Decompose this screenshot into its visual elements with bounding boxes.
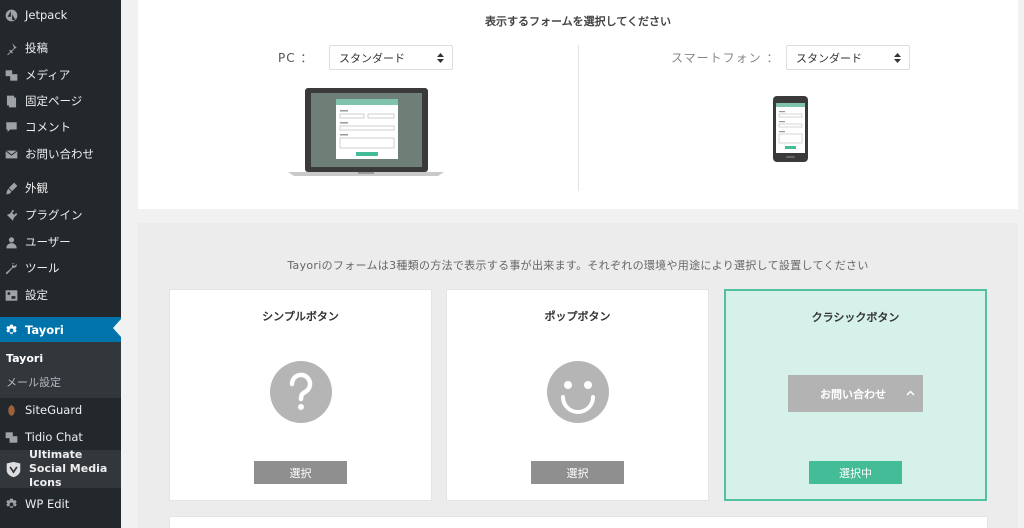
sidebar-item-users[interactable]: ユーザー [0,229,121,255]
submenu-item-tayori[interactable]: Tayori [6,352,43,365]
card-classic-button[interactable]: クラシックボタン お問い合わせ 選択中 [724,289,987,501]
sidebar-item-label: プラグイン [25,208,83,222]
pc-form-select[interactable]: スタンダード [329,45,453,70]
media-icon [4,68,18,82]
card-title: クラシックボタン [811,311,900,324]
panel-divider [578,45,579,191]
sidebar-item-label: SiteGuard [25,403,83,417]
tayori-submenu: Tayori メール設定 [0,342,121,398]
plugin-icon [4,208,18,222]
select-arrows-icon [437,53,444,63]
sidebar-item-posts[interactable]: 投稿 [0,35,121,61]
sidebar-item-jetpack[interactable]: Jetpack [0,2,121,28]
user-icon [4,235,18,249]
card-simple-button[interactable]: シンプルボタン 選択 [169,289,432,501]
smiley-icon [547,361,609,423]
select-button[interactable]: 選択 [254,461,347,484]
submenu-item-mail-settings[interactable]: メール設定 [6,374,61,390]
sidebar-item-tools[interactable]: ツール [0,255,121,281]
sidebar-item-wp-edit[interactable]: WP Edit [0,491,121,517]
select-arrows-icon [894,53,901,63]
laptop-illustration [288,88,444,176]
pin-icon [4,41,18,55]
pc-label: PC ： [278,51,314,65]
sidebar-item-label: Tayori [25,323,64,337]
pages-icon [4,94,18,108]
sidebar-item-ultimate-social[interactable]: Ultimate Social Media Icons [0,448,121,489]
select-button[interactable]: 選択 [531,461,624,484]
sidebar-item-label: お問い合わせ [25,147,94,161]
chevron-up-icon [906,390,915,396]
card-pop-button[interactable]: ポップボタン 選択 [446,289,709,501]
sidebar-item-label: ユーザー [25,235,71,249]
form-select-panel: 表示するフォームを選択してください PC ： スタンダード スマートフォン ： … [138,0,1018,209]
comment-icon [4,120,18,134]
question-icon [270,361,332,423]
sidebar-item-siteguard[interactable]: SiteGuard [0,397,121,423]
pc-select-value: スタンダード [339,51,405,65]
admin-sidebar: Jetpack 投稿 メディア 固定ページ コメント お問い合わせ 外観 プラグ… [0,0,121,528]
preview-label: お問い合わせ [820,387,886,401]
gear-icon [4,323,18,337]
sidebar-item-label: メディア [25,68,71,82]
siteguard-icon [4,403,18,417]
chat-icon [4,430,18,444]
settings-icon [4,288,18,302]
sidebar-item-media[interactable]: メディア [0,62,121,88]
next-section-strip [169,516,988,528]
smartphone-illustration [773,96,808,162]
classic-button-preview: お問い合わせ [788,375,923,412]
sidebar-item-label: WP Edit [25,497,70,511]
card-title: シンプルボタン [262,310,339,323]
sidebar-item-label: Tidio Chat [25,430,83,444]
card-title: ポップボタン [544,310,611,323]
sidebar-item-tayori[interactable]: Tayori [0,317,121,343]
social-icon [4,460,22,478]
smartphone-form-select[interactable]: スタンダード [786,45,910,70]
sidebar-item-label: コメント [25,120,71,134]
sidebar-item-appearance[interactable]: 外観 [0,175,121,201]
sidebar-item-label: 設定 [25,288,48,302]
brush-icon [4,181,18,195]
sp-select-value: スタンダード [796,51,862,65]
form-select-title: 表示するフォームを選択してください [484,15,671,28]
sidebar-item-label: Ultimate Social Media Icons [29,448,108,489]
button-type-description: Tayoriのフォームは3種類の方法で表示する事が出来ます。それぞれの環境や用途… [287,259,869,272]
selected-button[interactable]: 選択中 [809,461,902,484]
sidebar-item-label: Jetpack [25,8,68,22]
sidebar-item-label: 投稿 [25,41,48,55]
sidebar-item-label: ツール [25,261,60,275]
sidebar-item-pages[interactable]: 固定ページ [0,88,121,114]
gear-icon [4,497,18,511]
sidebar-item-settings[interactable]: 設定 [0,282,121,308]
smartphone-label: スマートフォン ： [671,51,780,65]
sidebar-item-plugins[interactable]: プラグイン [0,202,121,228]
sidebar-item-label: 固定ページ [25,94,83,108]
sidebar-item-comments[interactable]: コメント [0,114,121,140]
sidebar-item-contact[interactable]: お問い合わせ [0,141,121,167]
button-type-panel: Tayoriのフォームは3種類の方法で表示する事が出来ます。それぞれの環境や用途… [138,223,1018,528]
wrench-icon [4,261,18,275]
active-indicator [113,319,121,337]
jetpack-icon [4,8,18,22]
mail-icon [4,147,18,161]
sidebar-item-label: 外観 [25,181,48,195]
sidebar-item-tidio-chat[interactable]: Tidio Chat [0,424,121,450]
